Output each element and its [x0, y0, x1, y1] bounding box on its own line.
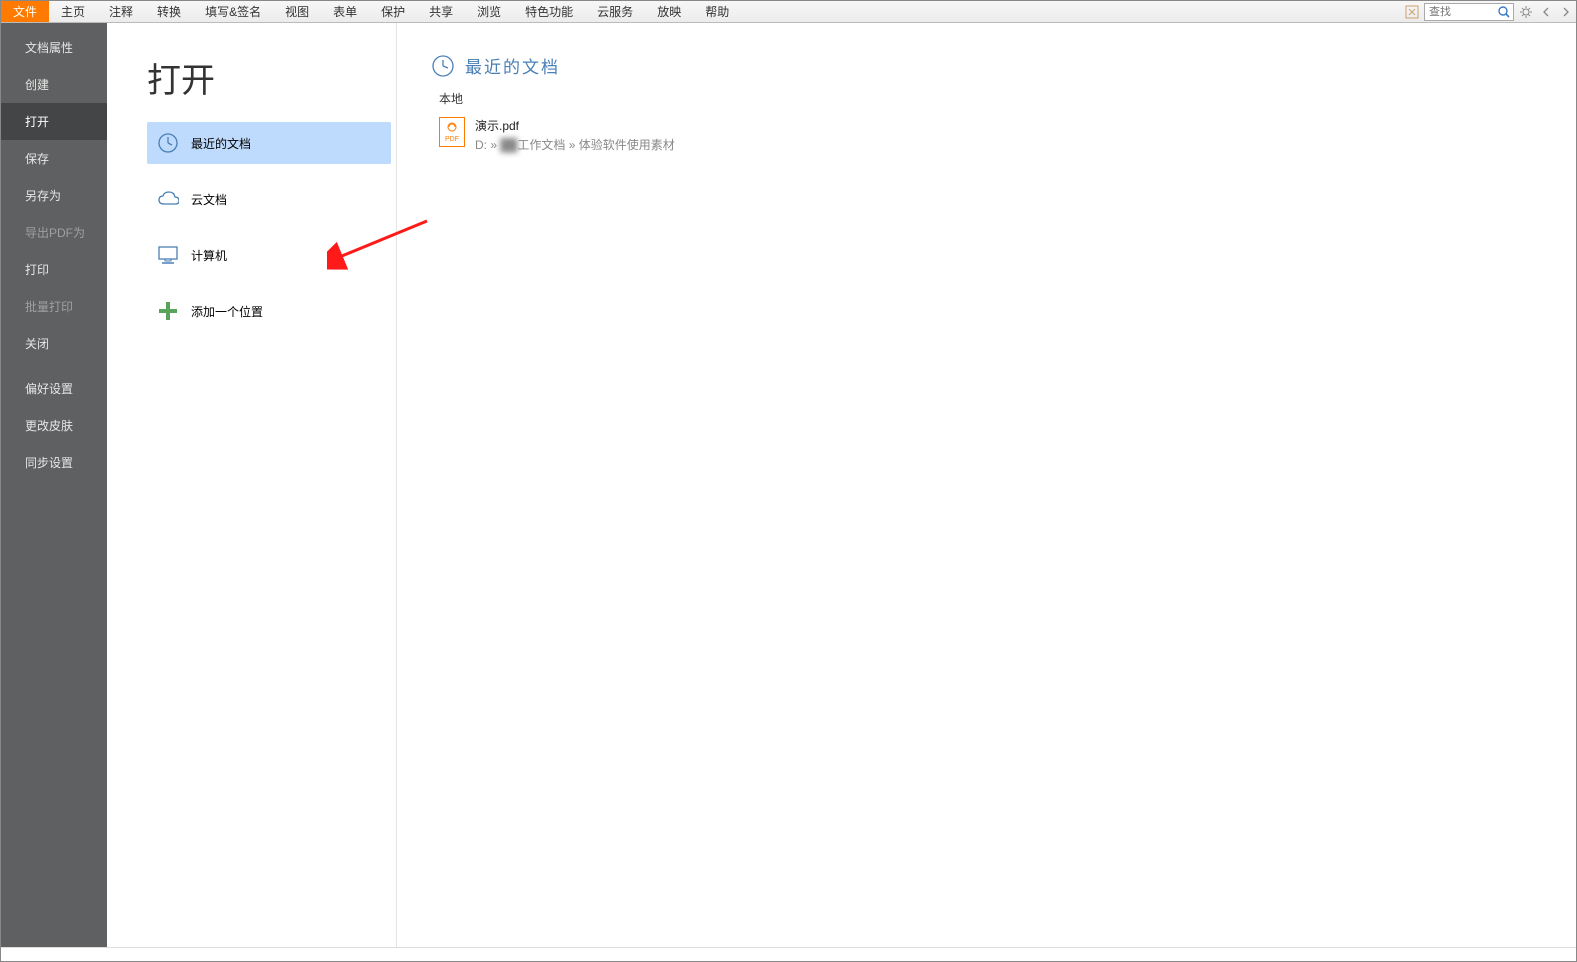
menu-tab-10[interactable]: 特色功能 [513, 1, 585, 22]
sidebar-item-0[interactable]: 文档属性 [1, 29, 107, 66]
menu-tab-3[interactable]: 转换 [145, 1, 193, 22]
menu-tab-13[interactable]: 帮助 [693, 1, 741, 22]
menu-tab-6[interactable]: 表单 [321, 1, 369, 22]
menu-tab-1[interactable]: 主页 [49, 1, 97, 22]
clock-icon [431, 54, 455, 78]
sidebar-item-11[interactable]: 同步设置 [1, 444, 107, 481]
sidebar-item-8[interactable]: 关闭 [1, 325, 107, 362]
source-item-label: 最近的文档 [191, 135, 251, 152]
source-item-cloud[interactable]: 云文档 [147, 178, 391, 220]
nav-next-icon[interactable] [1558, 4, 1574, 20]
sidebar-item-9[interactable]: 偏好设置 [1, 370, 107, 407]
menu-tab-0[interactable]: 文件 [1, 1, 49, 22]
file-sidebar: 文档属性创建打开保存另存为导出PDF为打印批量打印关闭偏好设置更改皮肤同步设置 [1, 23, 107, 947]
sidebar-item-2[interactable]: 打开 [1, 103, 107, 140]
menu-tab-12[interactable]: 放映 [645, 1, 693, 22]
cloud-icon [157, 188, 179, 210]
settings-gear-icon[interactable] [1518, 4, 1534, 20]
sidebar-item-3[interactable]: 保存 [1, 140, 107, 177]
menu-tab-11[interactable]: 云服务 [585, 1, 645, 22]
menu-tab-2[interactable]: 注释 [97, 1, 145, 22]
menu-tab-4[interactable]: 填写&签名 [193, 1, 273, 22]
open-sources-column: 打开 最近的文档云文档计算机添加一个位置 [107, 23, 397, 947]
recent-file-row[interactable]: PDF 演示.pdf D: » ██工作文档 » 体验软件使用素材 [431, 113, 1576, 157]
local-section-label: 本地 [439, 90, 1576, 107]
source-item-label: 计算机 [191, 247, 227, 264]
quick-find-icon[interactable] [1404, 4, 1420, 20]
top-menu-bar: 文件主页注释转换填写&签名视图表单保护共享浏览特色功能云服务放映帮助 [1, 1, 1576, 23]
plus-icon [157, 300, 179, 322]
source-item-plus[interactable]: 添加一个位置 [147, 290, 391, 332]
search-box[interactable] [1424, 3, 1514, 21]
search-icon[interactable] [1495, 3, 1513, 21]
search-input[interactable] [1425, 6, 1495, 18]
recent-file-name: 演示.pdf [475, 117, 675, 134]
recent-documents-title: 最近的文档 [465, 53, 560, 78]
nav-prev-icon[interactable] [1538, 4, 1554, 20]
pdf-file-icon: PDF [439, 117, 465, 147]
source-item-clock[interactable]: 最近的文档 [147, 122, 391, 164]
sidebar-item-10[interactable]: 更改皮肤 [1, 407, 107, 444]
recent-documents-panel: 最近的文档 本地 PDF 演示.pdf D: » ██工作文档 » 体验软件使用素材 [397, 23, 1576, 947]
sidebar-item-7: 批量打印 [1, 288, 107, 325]
sidebar-item-5: 导出PDF为 [1, 214, 107, 251]
sidebar-item-6[interactable]: 打印 [1, 251, 107, 288]
sidebar-item-4[interactable]: 另存为 [1, 177, 107, 214]
page-title: 打开 [147, 53, 396, 102]
menu-tab-8[interactable]: 共享 [417, 1, 465, 22]
recent-file-path: D: » ██工作文档 » 体验软件使用素材 [475, 136, 675, 153]
source-item-label: 添加一个位置 [191, 303, 263, 320]
source-item-label: 云文档 [191, 191, 227, 208]
clock-icon [157, 132, 179, 154]
status-bar [1, 947, 1576, 961]
menu-tab-9[interactable]: 浏览 [465, 1, 513, 22]
sidebar-item-1[interactable]: 创建 [1, 66, 107, 103]
menu-tab-5[interactable]: 视图 [273, 1, 321, 22]
source-item-computer[interactable]: 计算机 [147, 234, 391, 276]
computer-icon [157, 244, 179, 266]
menu-tab-7[interactable]: 保护 [369, 1, 417, 22]
